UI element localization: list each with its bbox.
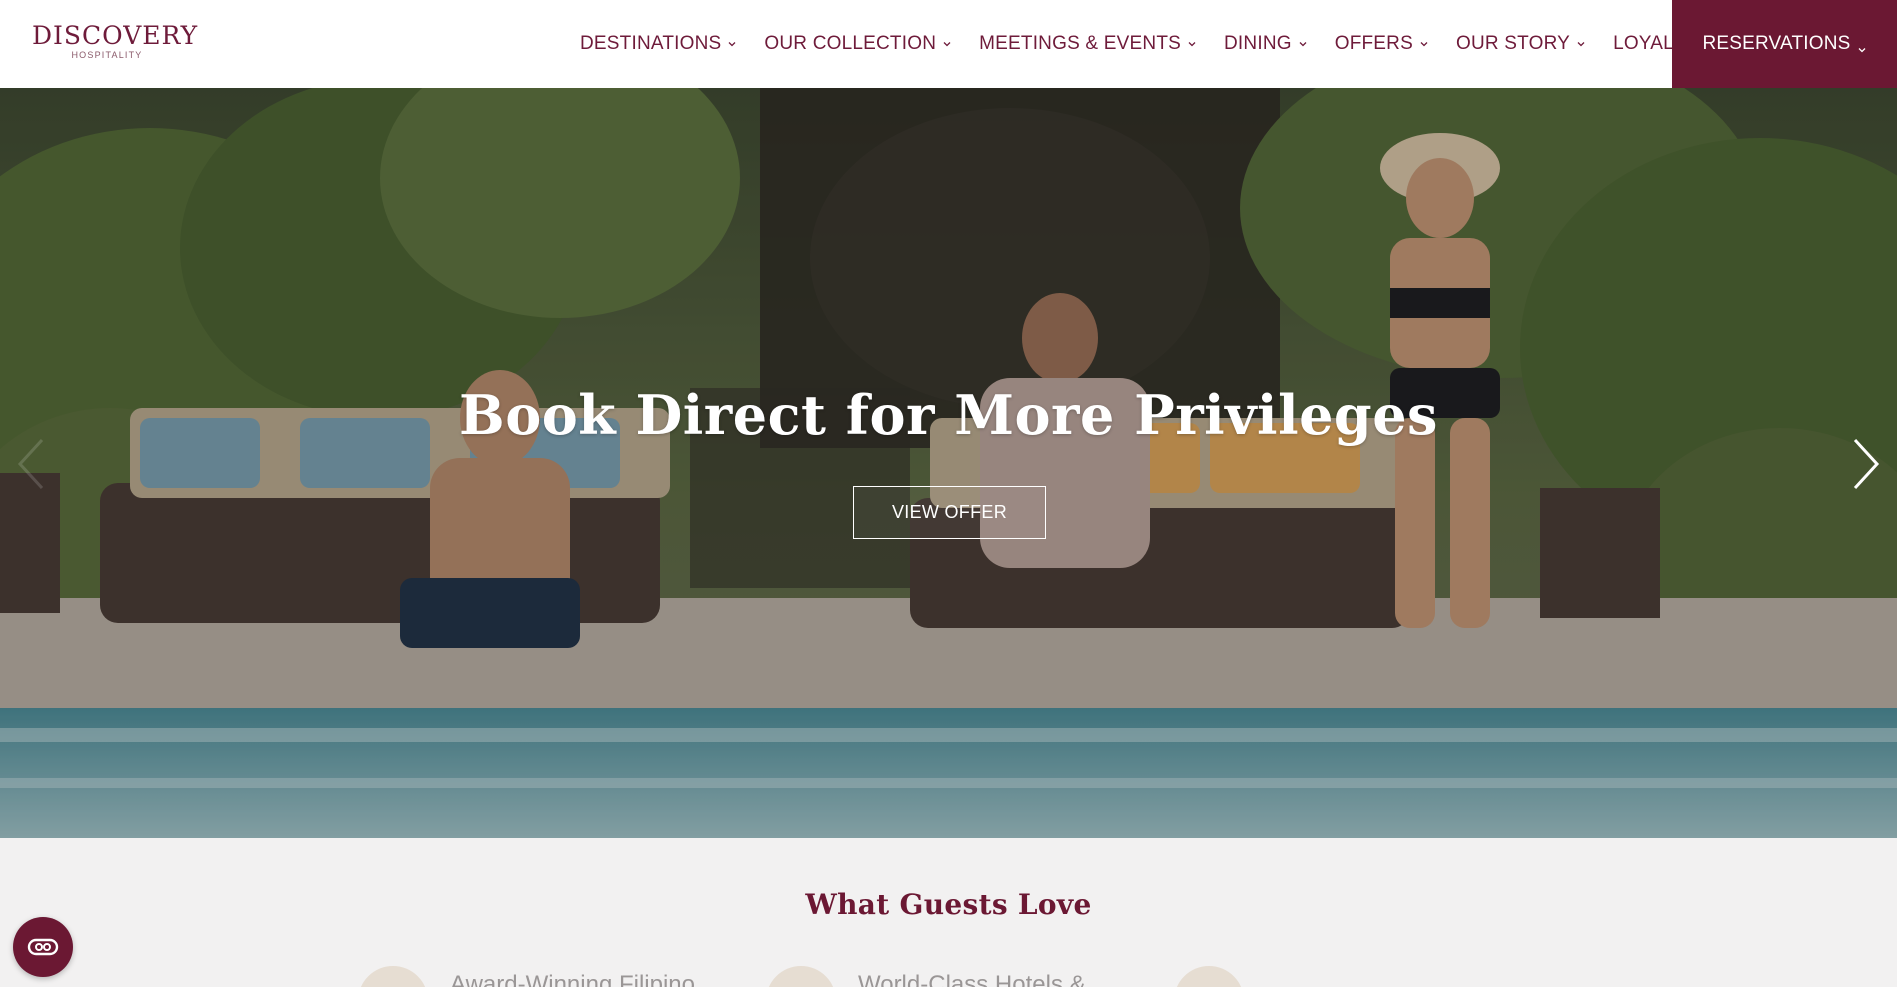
nav-item-label: DESTINATIONS (580, 33, 722, 54)
nav-item-label: OUR STORY (1455, 33, 1571, 54)
chevron-down-icon (1298, 39, 1308, 49)
main-nav: DESTINATIONS OUR COLLECTION MEETINGS & E… (580, 0, 1740, 88)
brand-name: DISCOVERY (32, 21, 199, 50)
chat-icon (27, 938, 59, 956)
hero-title: Book Direct for More Privileges (459, 383, 1438, 447)
nav-item-our-story[interactable]: OUR STORY (1456, 0, 1586, 88)
close-icon: × (766, 966, 836, 987)
reservations-button[interactable]: RESERVATIONS (1672, 0, 1897, 88)
nav-item-label: MEETINGS & EVENTS (979, 33, 1182, 54)
nav-item-our-collection[interactable]: OUR COLLECTION (764, 0, 952, 88)
section-title: What Guests Love (805, 888, 1092, 921)
feature-item: ✪ (1174, 966, 1266, 987)
nav-item-meetings-events[interactable]: MEETINGS & EVENTS (979, 0, 1197, 88)
site-header: DISCOVERY HOSPITALITY DESTINATIONS OUR C… (0, 0, 1897, 88)
nav-item-dining[interactable]: DINING (1224, 0, 1308, 88)
feature-item: ♡ Award-Winning Filipino (358, 966, 695, 987)
chevron-down-icon (1576, 39, 1586, 49)
chevron-down-icon (1857, 39, 1867, 53)
nav-item-label: OFFERS (1334, 33, 1413, 54)
hero-overlay (0, 88, 1897, 838)
nav-item-label: DINING (1224, 33, 1292, 54)
nav-item-offers[interactable]: OFFERS (1335, 0, 1429, 88)
chevron-down-icon (942, 39, 952, 49)
chevron-down-icon (1187, 39, 1197, 49)
chat-button[interactable] (13, 917, 73, 977)
nav-item-label: OUR COLLECTION (764, 33, 937, 54)
award-icon: ✪ (1174, 966, 1244, 987)
chevron-down-icon (1419, 39, 1429, 49)
feature-label: World-Class Hotels & (858, 971, 1086, 987)
features-list: ♡ Award-Winning Filipino × World-Class H… (358, 966, 1358, 987)
view-offer-button[interactable]: VIEW OFFER (853, 486, 1046, 539)
heart-icon: ♡ (358, 966, 428, 987)
feature-item: × World-Class Hotels & (766, 966, 1086, 987)
reservations-label: RESERVATIONS (1702, 33, 1851, 54)
chevron-down-icon (727, 39, 737, 49)
feature-label: Award-Winning Filipino (450, 971, 695, 987)
brand-logo[interactable]: DISCOVERY HOSPITALITY (32, 21, 199, 66)
carousel-next-button[interactable] (1849, 436, 1883, 492)
chevron-right-icon (1853, 438, 1880, 490)
hero-carousel: Book Direct for More Privileges VIEW OFF… (0, 88, 1897, 838)
brand-tagline: HOSPITALITY (71, 50, 143, 60)
nav-item-destinations[interactable]: DESTINATIONS (580, 0, 737, 88)
